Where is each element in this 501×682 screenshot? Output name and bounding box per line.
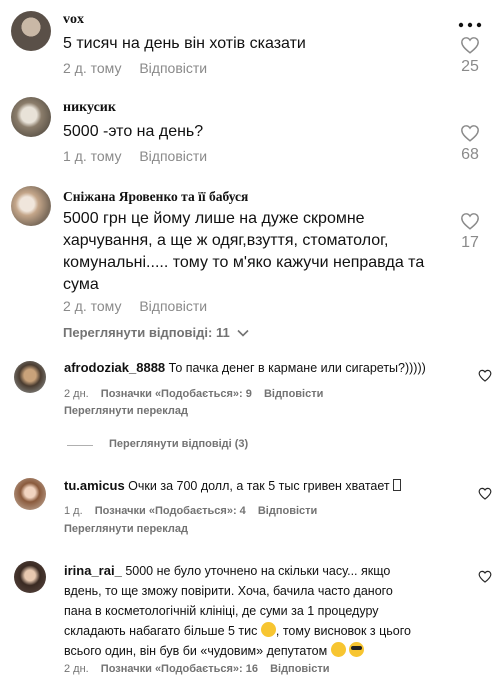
comment-time: 2 дн. [64,663,89,675]
comment-text-line: вдень, то ще зможу повірити. Хоча, бачил… [64,584,393,598]
view-replies-label: Переглянути відповіді: 11 [63,325,230,340]
comment-text-line: харчування, а ще ж одяг,взуття, стоматол… [63,232,389,249]
comment-time: 2 д. тому [63,298,122,314]
comment-text: 5 тисяч на день він хотів сказати [63,35,306,52]
heart-outline-icon[interactable] [478,369,492,382]
comment-author[interactable]: vox [63,12,84,28]
unknown-glyph-icon [393,479,402,491]
comment-text: 5000 -это на день? [63,123,204,140]
avatar[interactable] [11,186,51,226]
comment-text: irina_rai_ 5000 не було уточнено на скіл… [64,561,464,661]
comment-text-line: комунальні..... тому то м'яко кажучи неп… [63,254,425,271]
reply-button[interactable]: Відповісти [139,60,207,76]
avatar[interactable] [14,478,46,510]
view-replies-button[interactable]: Переглянути відповіді: 11 [63,325,249,340]
replies-divider [67,445,93,446]
translate-button[interactable]: Переглянути переклад [64,523,188,535]
avatar[interactable] [14,361,46,393]
like-count: 25 [461,58,479,75]
comment-text-line: складають набагато більше 5 тис [64,624,258,638]
comment-text-line: 5000 грн це йому лише на дуже скромне [63,210,365,227]
comment-author[interactable]: никусик [63,100,116,116]
heart-outline-icon[interactable] [460,124,480,142]
chevron-down-icon [237,329,249,337]
avatar[interactable] [11,11,51,51]
comment-time: 1 д. тому [63,148,122,164]
comment-meta: 2 д. тому Відповісти [63,298,221,314]
like-count: 68 [461,146,479,163]
comment-meta: 2 дн. Позначки «Подобається»: 16 Відпові… [64,663,339,675]
comment-author[interactable]: irina_rai_ [64,563,122,578]
sunglasses-emoji-icon [349,642,365,657]
heart-outline-icon[interactable] [478,570,492,583]
comment-time: 2 д. тому [63,60,122,76]
comment-time: 2 дн. [64,388,89,400]
comment-meta: 2 дн. Позначки «Подобається»: 9 Відповіс… [64,388,332,400]
comment-text-line: , тому висновок з цього [275,624,412,638]
comment-meta: 1 д. тому Відповісти [63,148,221,164]
comment-meta: 1 д. Позначки «Подобається»: 4 Відповіст… [64,505,326,517]
like-count: 17 [461,234,479,251]
translate-button[interactable]: Переглянути переклад [64,405,188,417]
wink-emoji-icon [260,622,276,637]
comment-time: 1 д. [64,505,83,517]
reply-button[interactable]: Відповісти [139,298,207,314]
comment-author[interactable]: Сніжана Яровенко та її бабуся [63,189,248,205]
comment-text-line: сума [63,276,99,293]
heart-outline-icon[interactable] [460,212,480,230]
likes-label[interactable]: Позначки «Подобається»: 16 [101,663,258,675]
heart-outline-icon[interactable] [478,487,492,500]
reply-button[interactable]: Відповісти [264,388,323,400]
reply-button[interactable]: Відповісти [258,505,317,517]
comment-body: Очки за 700 долл, а так 5 тыс гривен хва… [128,479,390,493]
comment-text: tu.amicus Очки за 700 долл, а так 5 тыс … [64,476,464,496]
more-options-icon[interactable] [458,16,482,28]
comment-text-line: 5000 не було уточнено на скільки часу...… [125,564,391,578]
comment-author[interactable]: afrodoziak_8888 [64,360,165,375]
likes-label[interactable]: Позначки «Подобається»: 4 [95,505,246,517]
heart-outline-icon[interactable] [460,36,480,54]
comment-text-line: пана в косметологічній клініці, де суми … [64,604,379,618]
comment-text: 5000 грн це йому лише на дуже скромне ха… [63,208,443,296]
comment-meta: 2 д. тому Відповісти [63,60,221,76]
comment-author[interactable]: tu.amicus [64,478,125,493]
smile-emoji-icon [330,642,346,657]
comment-text: afrodoziak_8888 То пачка денег в кармане… [64,358,464,378]
reply-button[interactable]: Відповісти [270,663,329,675]
reply-button[interactable]: Відповісти [139,148,207,164]
view-replies-button[interactable]: Переглянути відповіді (3) [109,438,248,450]
comment-text-line: всього один, він був би «чудовим» депута… [64,644,328,658]
avatar[interactable] [14,561,46,593]
comment-body: То пачка денег в кармане или сигареты?))… [168,361,426,375]
likes-label[interactable]: Позначки «Подобається»: 9 [101,388,252,400]
avatar[interactable] [11,97,51,137]
